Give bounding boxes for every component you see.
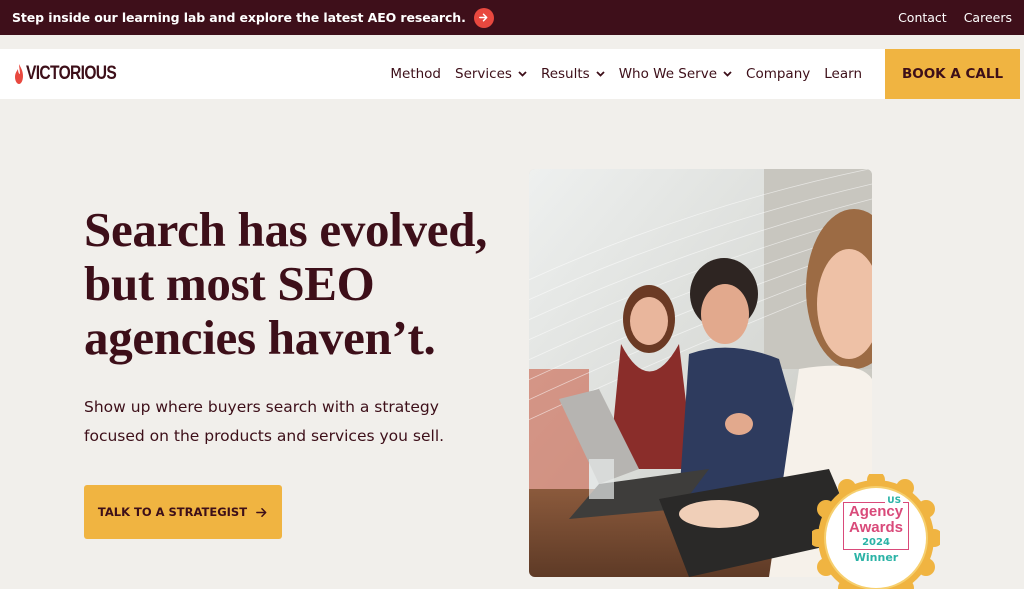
hero-subtext: Show up where buyers search with a strat… [84, 393, 494, 451]
main-navigation: VICTORIOUS Method Services Results Who W… [0, 49, 1020, 99]
hero-headline: Search has evolved, but most SEO agencie… [84, 203, 524, 365]
nav-item-label: Company [746, 66, 811, 82]
flame-icon [15, 64, 23, 84]
contact-link[interactable]: Contact [898, 10, 947, 25]
chevron-down-icon [596, 71, 605, 77]
agency-awards-badge: US Agency Awards 2024 Winner [812, 474, 940, 589]
announcement-arrow-icon[interactable] [473, 7, 494, 28]
utility-links: Contact Careers [898, 10, 1012, 25]
cta-label: TALK TO A STRATEGIST [97, 505, 248, 519]
nav-item-services[interactable]: Services [455, 66, 527, 82]
headline-line: but most SEO [84, 256, 375, 311]
badge-country: US [885, 496, 904, 506]
announcement-text[interactable]: Step inside our learning lab and explore… [12, 10, 466, 25]
chevron-down-icon [723, 71, 732, 77]
chevron-down-icon [518, 71, 527, 77]
headline-line: agencies haven’t. [84, 310, 436, 365]
badge-year: 2024 [862, 537, 890, 548]
subtext-line: Show up where buyers search with a strat… [84, 398, 439, 416]
nav-item-results[interactable]: Results [541, 66, 605, 82]
announcement-bar: Step inside our learning lab and explore… [0, 0, 1024, 35]
nav-item-label: Method [390, 66, 441, 82]
logo[interactable]: VICTORIOUS [14, 63, 136, 85]
nav-item-learn[interactable]: Learn [824, 66, 862, 82]
subtext-line: focused on the products and services you… [84, 427, 445, 445]
logo-wordmark: VICTORIOUS [26, 63, 117, 84]
nav-item-label: Services [455, 66, 512, 82]
nav-menu: Method Services Results Who We Serve Com… [390, 66, 862, 82]
nav-item-label: Learn [824, 66, 862, 82]
nav-item-method[interactable]: Method [390, 66, 441, 82]
nav-item-label: Who We Serve [618, 66, 718, 82]
talk-to-strategist-button[interactable]: TALK TO A STRATEGIST [84, 485, 282, 539]
careers-link[interactable]: Careers [964, 10, 1012, 25]
arrow-right-icon [256, 507, 267, 517]
badge-line2: Awards [849, 519, 903, 536]
badge-title-box: US Agency Awards 2024 [842, 496, 910, 550]
badge-status: Winner [853, 551, 899, 564]
book-a-call-button[interactable]: BOOK A CALL [885, 49, 1020, 99]
nav-item-company[interactable]: Company [746, 66, 810, 82]
headline-line: Search has evolved, [84, 202, 488, 257]
badge-content: US Agency Awards 2024 Winner [826, 488, 926, 588]
badge-line1: Agency [848, 503, 904, 520]
nav-item-label: Results [540, 66, 590, 82]
nav-item-who-we-serve[interactable]: Who We Serve [619, 66, 732, 82]
